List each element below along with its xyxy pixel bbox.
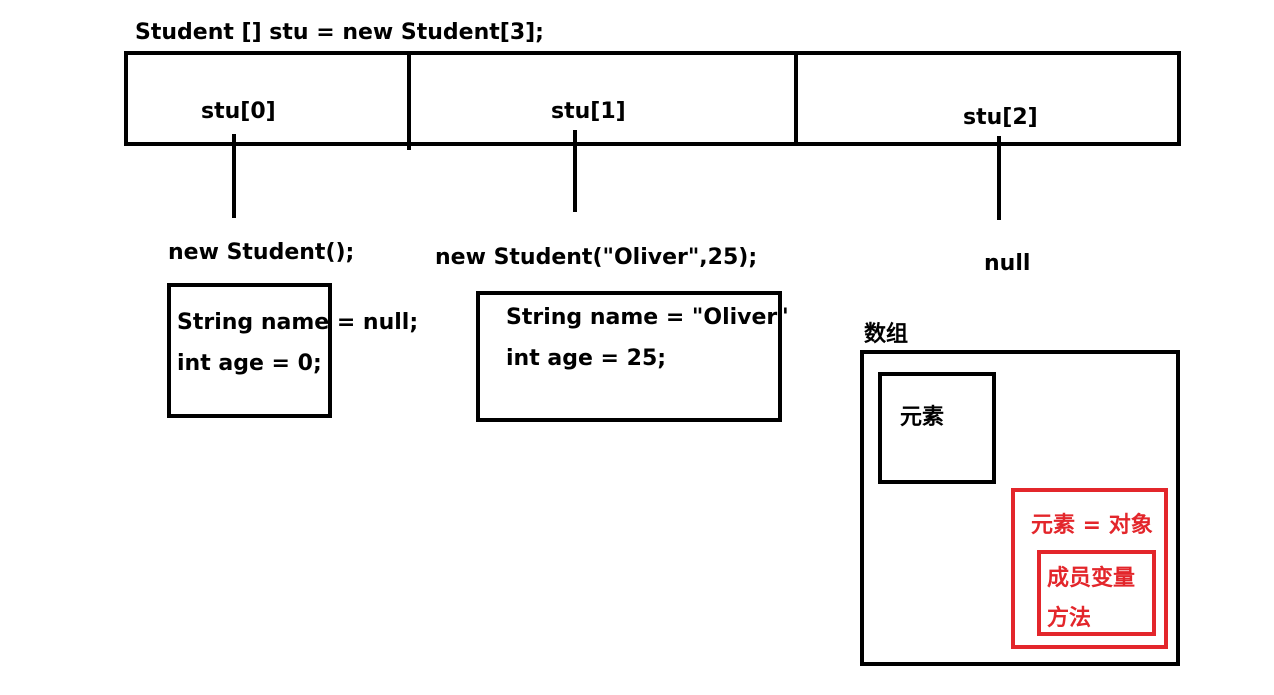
array-box: [124, 51, 1181, 146]
object-0-field-age: int age = 0;: [177, 351, 322, 376]
reference-line-1: [573, 130, 577, 212]
object-1-field-name: String name = "Oliver": [506, 305, 789, 330]
array-cell-label-0: stu[0]: [201, 99, 276, 124]
reference-line-2: [997, 136, 1001, 220]
array-divider-1: [407, 51, 411, 150]
legend-member-variables: 成员变量: [1047, 566, 1136, 591]
array-divider-2: [794, 51, 798, 146]
array-cell-label-1: stu[1]: [551, 99, 626, 124]
array-cell-label-2: stu[2]: [963, 105, 1038, 130]
legend-title: 数组: [864, 322, 909, 347]
constructor-label-0: new Student();: [168, 240, 355, 265]
legend-element-label: 元素: [900, 405, 945, 430]
object-0-field-name: String name = null;: [177, 310, 419, 335]
reference-line-0: [232, 134, 236, 218]
object-1-field-age: int age = 25;: [506, 346, 667, 371]
null-value-label: null: [984, 251, 1031, 276]
array-declaration: Student [] stu = new Student[3];: [135, 20, 544, 45]
legend-methods: 方法: [1047, 606, 1092, 631]
legend-object-label: 元素 = 对象: [1031, 513, 1153, 538]
constructor-label-1: new Student("Oliver",25);: [435, 245, 758, 270]
